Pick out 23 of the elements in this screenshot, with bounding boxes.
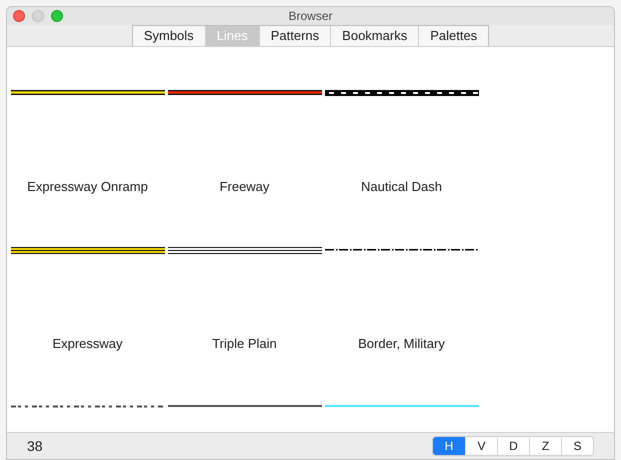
line-style-sample[interactable]: [168, 247, 322, 254]
tab[interactable]: Bookmarks: [330, 26, 418, 46]
segment-button[interactable]: V: [465, 437, 497, 455]
line-style-sample[interactable]: [10, 90, 164, 97]
line-style-label: Freeway: [220, 178, 270, 196]
line-style-sample[interactable]: [168, 90, 322, 97]
line-style-sample[interactable]: [324, 90, 478, 97]
line-style-label: Nautical Dash: [361, 178, 442, 196]
segment-button[interactable]: S: [561, 437, 593, 455]
window-title: Browser: [288, 8, 332, 25]
close-button[interactable]: [13, 10, 25, 22]
line-style-label: Border, Military: [358, 335, 445, 353]
tab[interactable]: Symbols: [132, 26, 205, 46]
tab[interactable]: Patterns: [258, 26, 330, 46]
tab[interactable]: Palettes: [418, 26, 488, 46]
line-style-label: Expressway Onramp: [27, 178, 148, 196]
line-style-label: Expressway: [52, 335, 123, 353]
segment-button[interactable]: Z: [529, 437, 561, 455]
line-style-sample[interactable]: [10, 247, 164, 254]
item-count: 38: [27, 436, 43, 456]
line-style-label: Triple Plain: [212, 335, 277, 353]
segment-button[interactable]: H: [433, 437, 465, 455]
segment-button[interactable]: D: [497, 437, 529, 455]
